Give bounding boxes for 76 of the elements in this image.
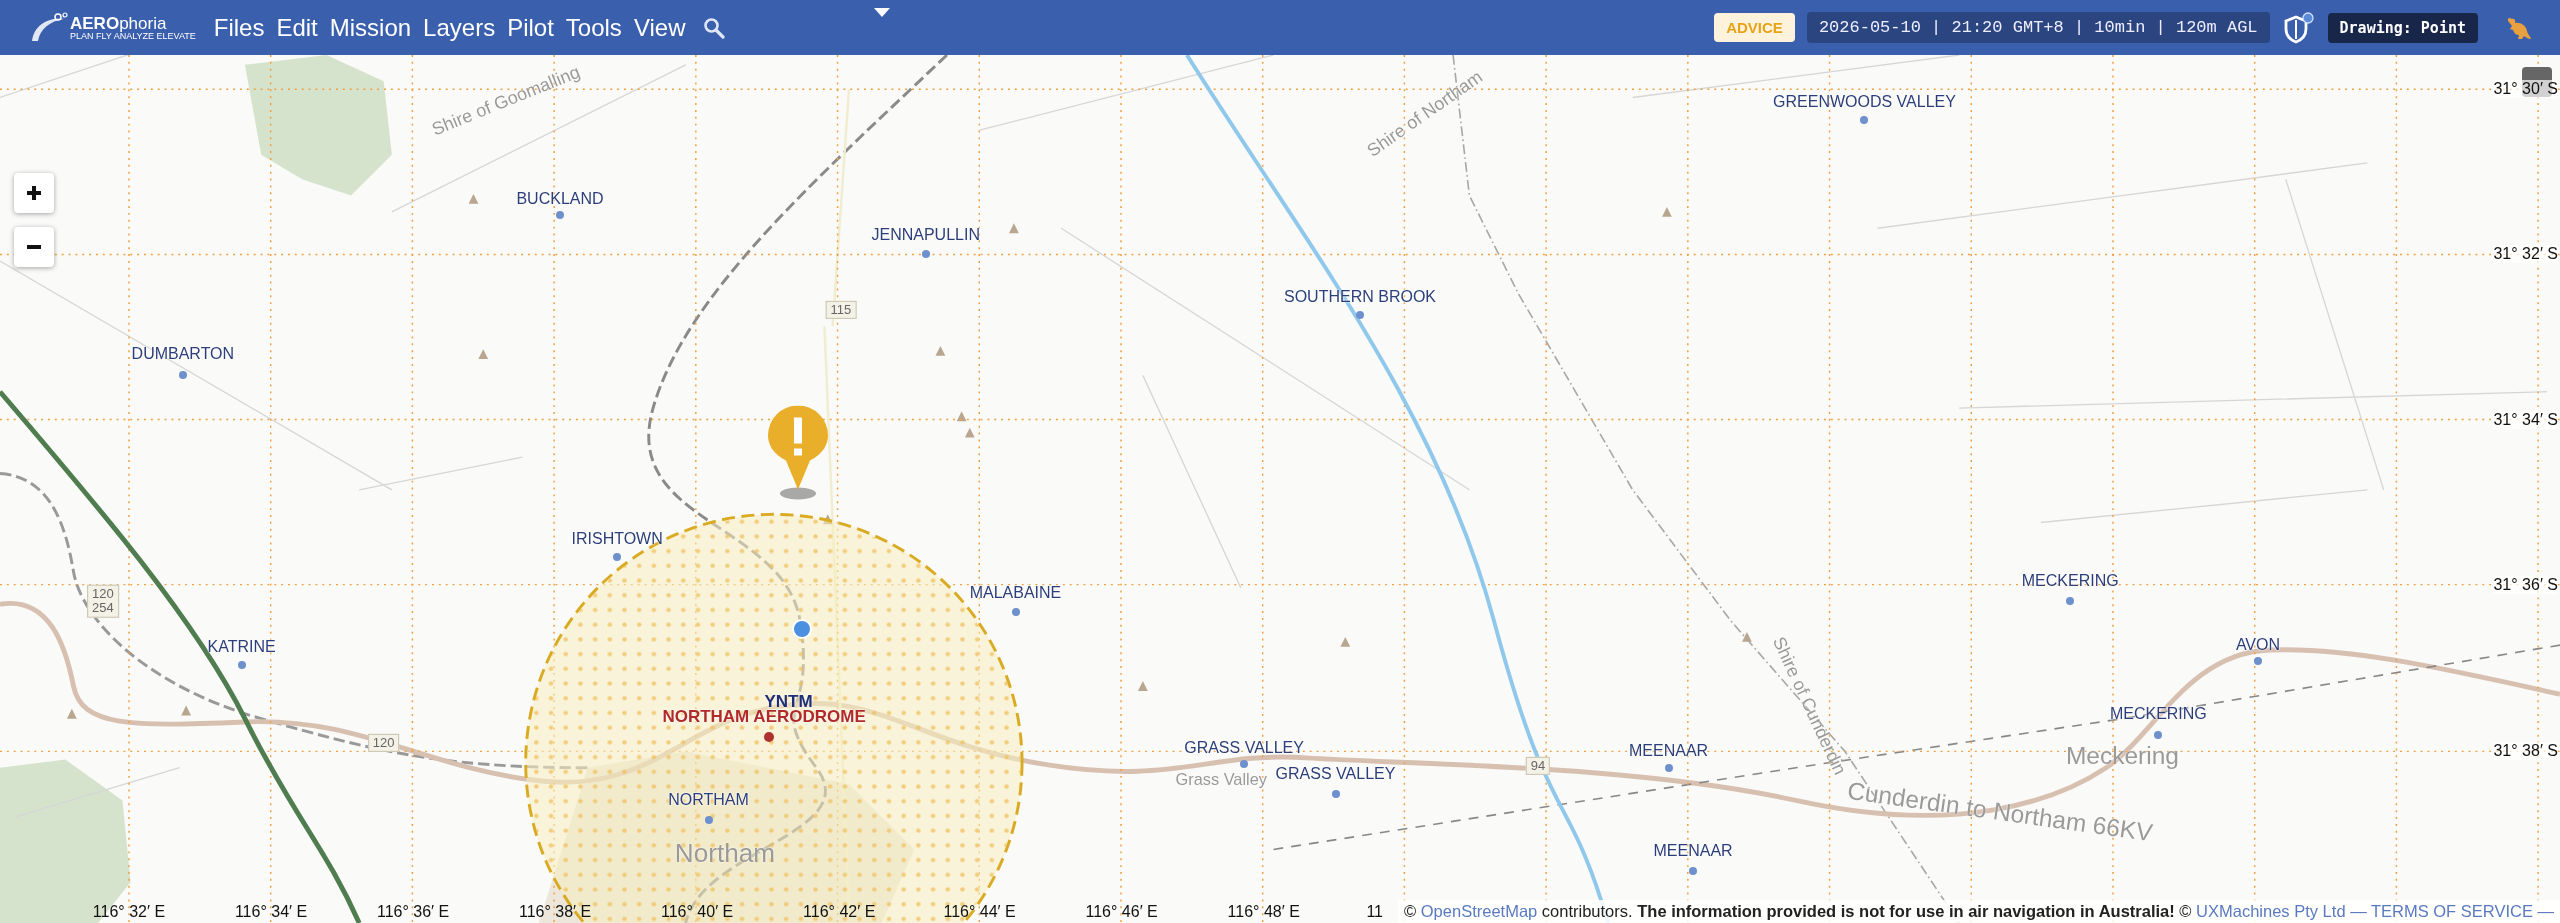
- attribution-text: © OpenStreetMap contributors. The information provided is not for use in air navigation in Australia! © UXMachines Pty Ltd — TERMS OF SERVICE —: [1398, 900, 2560, 923]
- place-dot: [1356, 310, 1364, 319]
- place-dot: [178, 371, 187, 380]
- place-dot: [1011, 608, 1020, 617]
- aerodrome-dot: [763, 731, 774, 742]
- road-number-sign: 120: [367, 734, 400, 753]
- longitude-label: 116° 40′ E: [661, 903, 734, 921]
- road-number-sign: 115: [825, 300, 857, 320]
- place-label: GRASS VALLEY: [1275, 765, 1396, 784]
- latitude-label: 31° 36′ S: [2493, 575, 2558, 594]
- menu-item[interactable]: Edit: [270, 13, 324, 42]
- latitude-label: 31° 30′ S: [2493, 80, 2558, 99]
- openstreetmap-link[interactable]: OpenStreetMap: [1420, 902, 1538, 920]
- longitude-label: 116° 44′ E: [943, 903, 1016, 921]
- drawing-mode-label: Drawing: Point: [2327, 12, 2478, 43]
- place-dot: [2154, 731, 2163, 739]
- place-dot: [556, 211, 564, 220]
- place-label: GREENWOODS VALLEY: [1773, 93, 1956, 112]
- aerodrome-label: NORTHAM AERODROME: [662, 707, 866, 728]
- place-label: MEENAAR: [1653, 842, 1733, 861]
- place-dot: [1240, 760, 1249, 769]
- place-label: IRISHTOWN: [571, 529, 663, 548]
- menu-item[interactable]: Tools: [559, 13, 628, 42]
- latitude-label: 31° 38′ S: [2493, 742, 2558, 761]
- logo-tagline: PLAN FLY ANALYZE ELEVATE: [70, 31, 196, 41]
- zoom-out-button[interactable]: [14, 227, 54, 267]
- search-icon[interactable]: [703, 16, 726, 39]
- latitude-label: 31° 32′ S: [2493, 245, 2558, 264]
- place-label: MECKERING: [2109, 704, 2207, 723]
- menu-item[interactable]: Layers: [417, 13, 502, 42]
- longitude-label: 116° 34′ E: [234, 903, 308, 921]
- logo-wordmark: AEROphoria: [70, 14, 168, 32]
- place-dot: [613, 552, 622, 561]
- longitude-label: 116° 38′ E: [518, 903, 592, 921]
- place-dot: [237, 660, 246, 669]
- place-dot: [2066, 596, 2075, 605]
- place-label: MECKERING: [2021, 572, 2119, 591]
- place-label: KATRINE: [207, 637, 276, 656]
- caret-icon[interactable]: [874, 8, 890, 17]
- place-label: GRASS VALLEY: [1184, 739, 1304, 758]
- longitude-label: 116° 48′ E: [1227, 903, 1300, 921]
- place-dot: [1860, 116, 1869, 125]
- menu-item[interactable]: Pilot: [501, 13, 560, 42]
- menu-item[interactable]: View: [627, 13, 692, 42]
- zoom-in-button[interactable]: [14, 173, 54, 213]
- longitude-label: 116° 42′ E: [803, 903, 876, 921]
- longitude-label: 11: [1366, 903, 1383, 921]
- place-dot: [1664, 763, 1673, 772]
- place-dot: [921, 250, 930, 259]
- company-link[interactable]: UXMachines Pty Ltd: [2196, 902, 2346, 920]
- latitude-label: 31° 34′ S: [2493, 410, 2558, 429]
- place-label: DUMBARTON: [131, 345, 235, 364]
- place-label: JENNAPULLIN: [871, 225, 980, 244]
- place-label: NORTHAM: [668, 791, 749, 810]
- place-label: AVON: [2235, 636, 2281, 655]
- map-tile-label: Grass Valley: [1175, 769, 1267, 789]
- flight-info-box: 2026-05-10 | 21:20 GMT+8 | 10min | 120m AGL: [1806, 12, 2270, 43]
- place-dot: [2253, 657, 2262, 666]
- place-label: SOUTHERN BROOK: [1284, 287, 1436, 306]
- place-label: MALABAINE: [969, 583, 1062, 602]
- map-tile-label: Cunderdin to Northam 66KV: [1845, 776, 2155, 848]
- menu-item[interactable]: Mission: [323, 13, 418, 42]
- map-tile-label: Northam: [674, 837, 775, 869]
- longitude-label: 116° 46′ E: [1085, 903, 1158, 921]
- menu-item[interactable]: Files: [207, 13, 271, 42]
- terms-link[interactable]: — TERMS OF SERVICE —: [2350, 902, 2554, 920]
- road-number-sign: 94: [1525, 756, 1551, 776]
- place-dot: [704, 816, 713, 824]
- plus-icon: [26, 185, 42, 201]
- place-dot: [1689, 866, 1698, 875]
- longitude-label: 116° 32′ E: [92, 903, 166, 921]
- longitude-label: 116° 36′ E: [376, 903, 450, 921]
- place-label: BUCKLAND: [516, 189, 604, 208]
- place-dot: [1331, 789, 1340, 798]
- place-label: MEENAAR: [1629, 742, 1709, 761]
- road-number-sign: 120 254: [87, 584, 119, 618]
